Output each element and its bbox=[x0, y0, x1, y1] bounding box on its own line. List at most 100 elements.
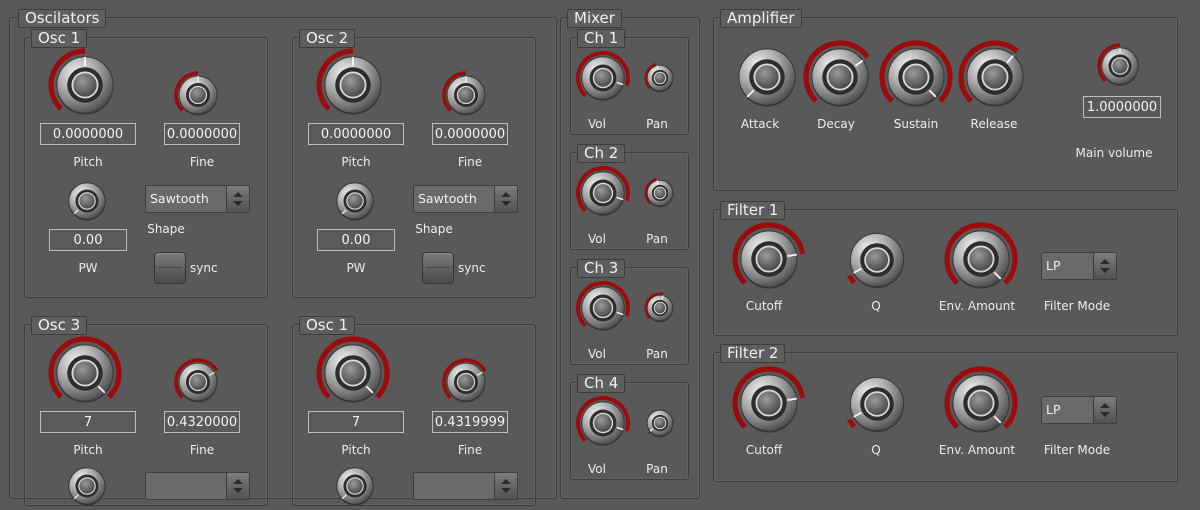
filter1-cutoff-label: Cutoff bbox=[745, 299, 783, 313]
osc-c-pw-knob[interactable] bbox=[63, 462, 111, 510]
osc-d-pw-knob[interactable] bbox=[331, 462, 379, 510]
ch2-pan-label: Pan bbox=[646, 232, 668, 246]
osc-b-pw-field[interactable]: 0.00 bbox=[317, 229, 395, 251]
ch2-pan-knob[interactable] bbox=[643, 176, 677, 210]
amp-release-label: Release bbox=[970, 117, 1018, 131]
osc-a-shape-value: Sawtooth bbox=[150, 191, 209, 206]
osc-b-fine-knob[interactable] bbox=[441, 70, 491, 120]
filter2-mode-select[interactable]: LP bbox=[1041, 396, 1117, 424]
amp-decay-knob[interactable] bbox=[803, 40, 877, 114]
osc-a-pitch-knob[interactable] bbox=[48, 48, 122, 122]
osc-a-pitch-field[interactable]: 0.0000000 bbox=[40, 123, 136, 145]
osc-d-fine-field[interactable]: 0.4319999 bbox=[432, 411, 508, 433]
osc-b-pitch-knob[interactable] bbox=[316, 48, 390, 122]
osc-b-shape-label: Shape bbox=[415, 222, 453, 236]
filter1-cutoff-knob[interactable] bbox=[732, 222, 806, 296]
ch1-pan-label: Pan bbox=[646, 117, 668, 131]
osc-c-pitch-knob[interactable] bbox=[48, 336, 122, 410]
filter1-env-label: Env. Amount bbox=[938, 299, 1016, 313]
osc-c-pitch-field[interactable]: 7 bbox=[40, 411, 136, 433]
osc-a-shape-select[interactable]: Sawtooth bbox=[145, 185, 250, 213]
updown-arrows-icon bbox=[1093, 397, 1116, 423]
osc-d-fine-knob[interactable] bbox=[441, 357, 491, 407]
ch1-vol-label: Vol bbox=[588, 117, 606, 131]
osc-a-shape-label: Shape bbox=[147, 222, 185, 236]
osc-a-title: Osc 1 bbox=[31, 29, 88, 48]
osc-b-shape-select[interactable]: Sawtooth bbox=[413, 185, 518, 213]
filter1-title: Filter 1 bbox=[720, 201, 786, 220]
filter1-q-label: Q bbox=[871, 299, 881, 313]
osc-a-fine-knob[interactable] bbox=[173, 70, 223, 120]
filter1-q-knob[interactable] bbox=[842, 225, 912, 295]
ch3-pan-knob[interactable] bbox=[643, 291, 677, 325]
ch3-vol-label: Vol bbox=[588, 347, 606, 361]
filter1-mode-value: LP bbox=[1046, 258, 1061, 273]
updown-arrows-icon bbox=[226, 186, 249, 212]
ch1-pan-knob[interactable] bbox=[643, 61, 677, 95]
osc-b-sync-label: sync bbox=[458, 261, 486, 275]
osc-b-sync-toggle[interactable] bbox=[422, 252, 454, 284]
filter1-mode-select[interactable]: LP bbox=[1041, 252, 1117, 280]
updown-arrows-icon bbox=[494, 473, 517, 499]
amp-decay-label: Decay bbox=[817, 117, 855, 131]
filter2-env-label: Env. Amount bbox=[938, 443, 1016, 457]
osc-c-fine-field[interactable]: 0.4320000 bbox=[164, 411, 240, 433]
osc-a-sync-toggle[interactable] bbox=[154, 252, 186, 284]
filter2-q-label: Q bbox=[871, 443, 881, 457]
updown-arrows-icon bbox=[1093, 253, 1116, 279]
osc-b-pitch-label: Pitch bbox=[341, 155, 371, 169]
osc-b-pw-label: PW bbox=[346, 261, 366, 275]
amp-release-knob[interactable] bbox=[958, 40, 1032, 114]
osc-c-fine-label: Fine bbox=[189, 443, 215, 457]
ch4-pan-knob[interactable] bbox=[643, 406, 677, 440]
ch1-vol-knob[interactable] bbox=[575, 50, 631, 106]
ch3-vol-knob[interactable] bbox=[575, 280, 631, 336]
osc-a-pitch-label: Pitch bbox=[73, 155, 103, 169]
updown-arrows-icon bbox=[226, 473, 249, 499]
osc-d-pitch-field[interactable]: 7 bbox=[308, 411, 404, 433]
osc-b-title: Osc 2 bbox=[299, 29, 356, 48]
osc-b-fine-field[interactable]: 0.0000000 bbox=[432, 123, 508, 145]
filter2-cutoff-label: Cutoff bbox=[745, 443, 783, 457]
amp-attack-knob[interactable] bbox=[730, 40, 804, 114]
osc-a-pw-field[interactable]: 0.00 bbox=[49, 229, 127, 251]
osc-a-fine-field[interactable]: 0.0000000 bbox=[164, 123, 240, 145]
mixer-title: Mixer bbox=[567, 9, 622, 28]
filter2-cutoff-knob[interactable] bbox=[732, 366, 806, 440]
amp-sustain-knob[interactable] bbox=[879, 40, 953, 114]
amp-attack-label: Attack bbox=[740, 117, 780, 131]
filter2-env-knob[interactable] bbox=[944, 366, 1018, 440]
filter2-title: Filter 2 bbox=[720, 344, 786, 363]
filter1-mode-label: Filter Mode bbox=[1043, 299, 1111, 313]
ch2-vol-knob[interactable] bbox=[575, 165, 631, 221]
ch3-pan-label: Pan bbox=[646, 347, 668, 361]
ch2-vol-label: Vol bbox=[588, 232, 606, 246]
osc-c-fine-knob[interactable] bbox=[173, 357, 223, 407]
osc-b-shape-value: Sawtooth bbox=[418, 191, 477, 206]
amp-main-volume-label: Main volume bbox=[1075, 146, 1153, 160]
osc-d-fine-label: Fine bbox=[457, 443, 483, 457]
osc-a-pw-knob[interactable] bbox=[63, 177, 111, 225]
osc-b-fine-label: Fine bbox=[457, 155, 483, 169]
ch4-vol-knob[interactable] bbox=[575, 395, 631, 451]
filter2-mode-label: Filter Mode bbox=[1043, 443, 1111, 457]
ch2-title: Ch 2 bbox=[577, 144, 626, 163]
amplifier-title: Amplifier bbox=[720, 9, 802, 28]
osc-b-pw-knob[interactable] bbox=[331, 177, 379, 225]
filter2-q-knob[interactable] bbox=[842, 369, 912, 439]
osc-d-pitch-knob[interactable] bbox=[316, 336, 390, 410]
osc-c-pitch-label: Pitch bbox=[73, 443, 103, 457]
ch4-vol-label: Vol bbox=[588, 462, 606, 476]
osc-a-sync-label: sync bbox=[190, 261, 218, 275]
amp-main-volume-knob[interactable] bbox=[1096, 42, 1144, 90]
filter1-env-knob[interactable] bbox=[944, 222, 1018, 296]
osc-a-fine-label: Fine bbox=[189, 155, 215, 169]
osc-d-shape-select[interactable] bbox=[413, 472, 518, 500]
updown-arrows-icon bbox=[494, 186, 517, 212]
ch1-title: Ch 1 bbox=[577, 29, 626, 48]
osc-c-shape-select[interactable] bbox=[145, 472, 250, 500]
osc-c-title: Osc 3 bbox=[31, 316, 88, 335]
amp-main-volume-field[interactable]: 1.0000000 bbox=[1083, 96, 1161, 118]
osc-b-pitch-field[interactable]: 0.0000000 bbox=[308, 123, 404, 145]
ch4-title: Ch 4 bbox=[577, 374, 626, 393]
